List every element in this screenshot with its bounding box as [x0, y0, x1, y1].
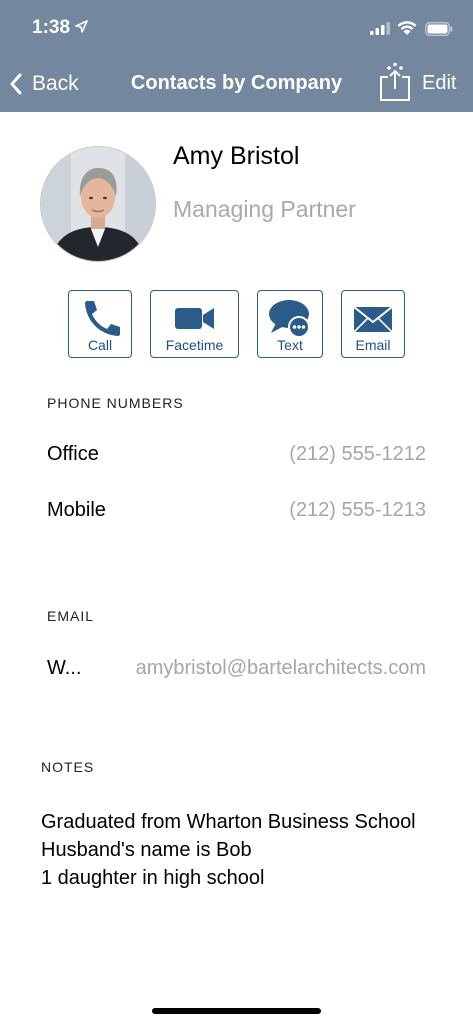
phone-icon [85, 301, 120, 336]
phone-numbers-section-label: PHONE NUMBERS [47, 395, 184, 411]
text-label: Text [277, 337, 303, 353]
email-button[interactable]: Email [341, 290, 405, 358]
contact-job-title: Managing Partner [173, 196, 356, 222]
notes-text: Graduated from Wharton Business School H… [41, 811, 416, 889]
navigation-header: 1:38 Back Contacts by Company Edit [0, 0, 473, 112]
edit-button[interactable]: Edit [422, 72, 456, 95]
video-camera-icon [174, 308, 214, 329]
share-icon[interactable] [378, 62, 412, 102]
wifi-icon [397, 21, 417, 35]
phone-label: Mobile [47, 499, 106, 521]
message-bubble-icon [269, 300, 310, 337]
email-address[interactable]: amybristol@bartelarchitects.com [136, 657, 426, 680]
notes-section-label: NOTES [41, 759, 95, 775]
phone-number[interactable]: (212) 555-1212 [289, 443, 426, 466]
envelope-icon [353, 306, 393, 333]
email-section-label: EMAIL [47, 608, 95, 624]
location-arrow-icon [75, 20, 88, 33]
call-button[interactable]: Call [68, 290, 132, 358]
text-button[interactable]: Text [257, 290, 323, 358]
phone-label: Office [47, 443, 99, 465]
cellular-signal-icon [370, 22, 390, 35]
battery-icon [425, 22, 453, 36]
email-type-label: W... [47, 657, 82, 679]
facetime-label: Facetime [165, 337, 224, 353]
profile-photo [41, 147, 155, 261]
status-time: 1:38 [32, 17, 71, 38]
email-label: Email [355, 337, 391, 353]
avatar [40, 146, 156, 262]
facetime-button[interactable]: Facetime [150, 290, 239, 358]
home-indicator[interactable] [152, 1008, 321, 1014]
contact-name: Amy Bristol [173, 142, 300, 170]
phone-number[interactable]: (212) 555-1213 [289, 499, 426, 522]
call-label: Call [87, 337, 113, 353]
